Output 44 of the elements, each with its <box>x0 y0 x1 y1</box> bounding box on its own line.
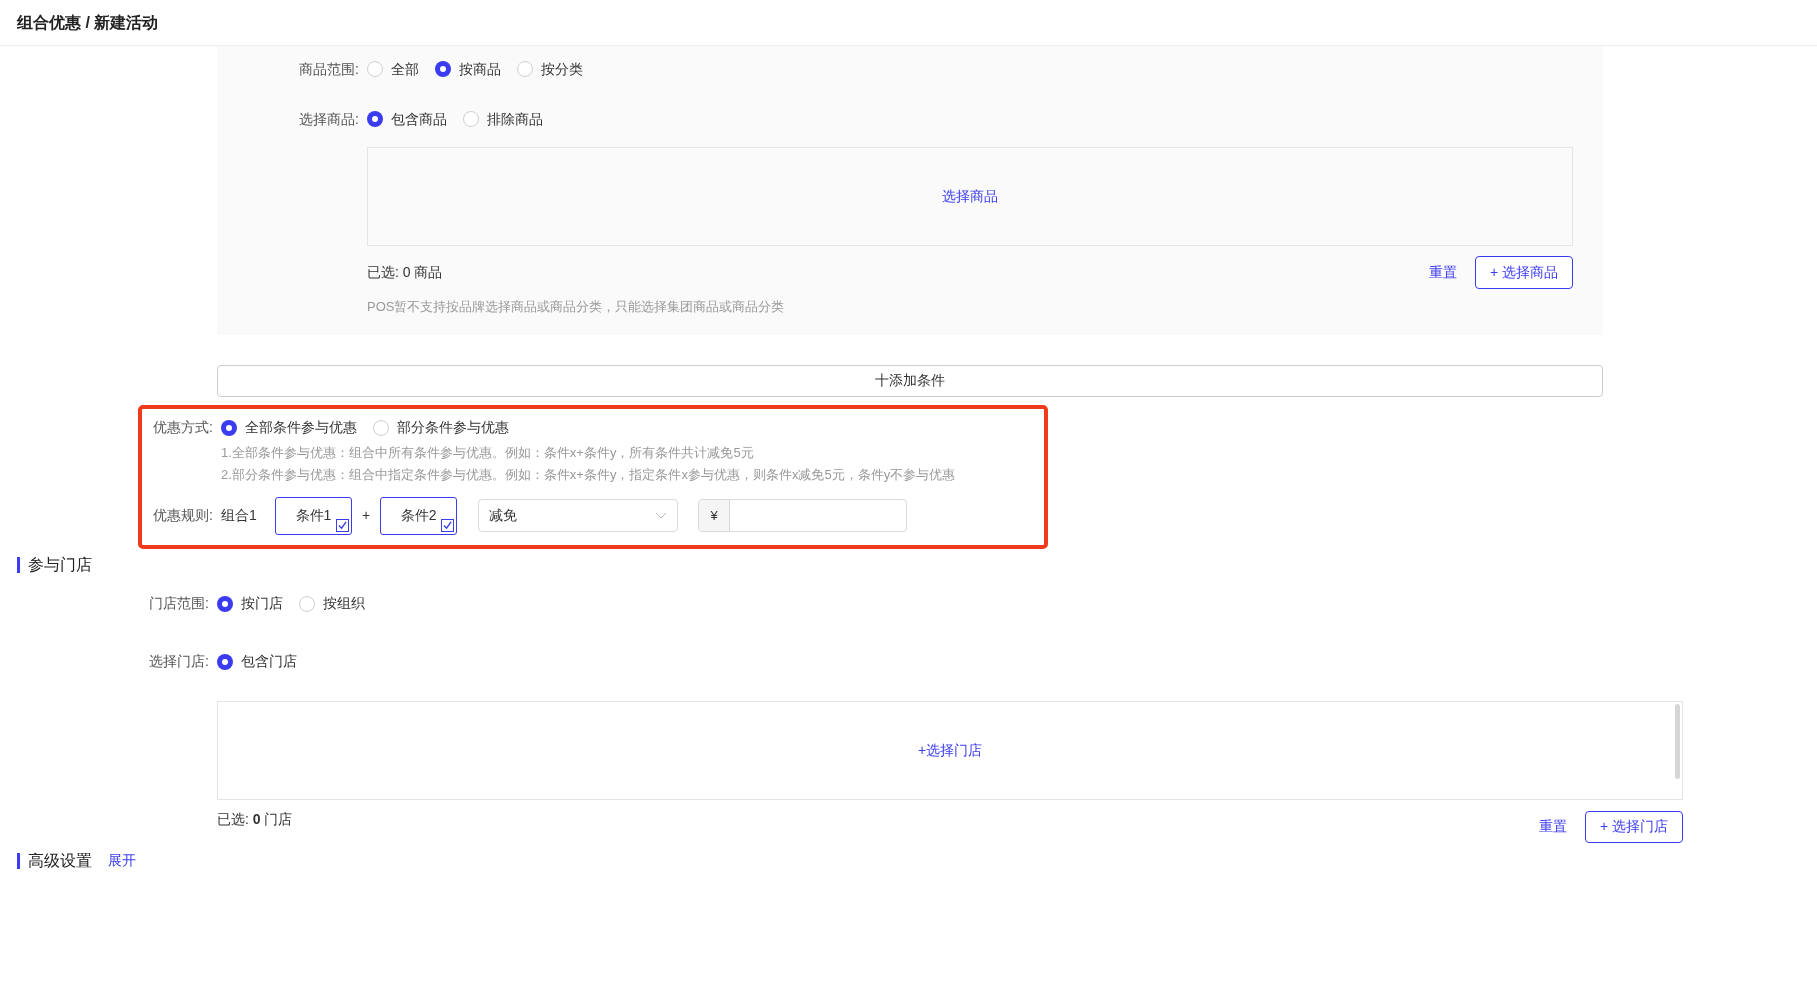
section-title: 参与门店 <box>28 554 92 575</box>
field-label: 商品范围: <box>298 59 360 79</box>
field-label: 选择商品: <box>298 109 360 129</box>
radio-option[interactable]: 包含门店 <box>217 651 297 672</box>
radio-option[interactable]: 按商品 <box>435 58 501 80</box>
radio-option[interactable]: 部分条件参与优惠 <box>373 417 509 438</box>
checkbox[interactable] <box>336 518 349 532</box>
field-label: 选择门店: <box>148 652 210 671</box>
select-goods-button[interactable]: + 选择商品 <box>1474 256 1573 289</box>
hint-text: 2.部分条件参与优惠：组合中指定条件参与优惠。例如：条件x+条件y，指定条件x参与优惠，则条件x减免5元，条件y不参与优惠 <box>221 466 957 484</box>
section-marker <box>17 852 20 869</box>
amount-input[interactable]: ¥ <box>698 499 908 532</box>
checkbox[interactable] <box>441 518 455 532</box>
select-goods-link[interactable]: 选择商品 <box>942 186 998 207</box>
field-label: 优惠规则: <box>152 506 214 525</box>
select-store-button[interactable]: + 选择门店 <box>1584 810 1683 843</box>
group-label: 组合1 <box>221 506 258 525</box>
field-label: 门店范围: <box>148 594 210 613</box>
expand-link[interactable]: 展开 <box>108 850 136 871</box>
breadcrumb: 组合优惠 / 新建活动 <box>17 12 159 33</box>
radio-option[interactable]: 全部条件参与优惠 <box>221 417 357 438</box>
goods-note: POS暂不支持按品牌选择商品或商品分类，只能选择集团商品或商品分类 <box>367 298 786 316</box>
add-condition-button[interactable]: 十添加条件 <box>217 364 1603 397</box>
hint-text: 1.全部条件参与优惠：组合中所有条件参与优惠。例如：条件x+条件y，所有条件共计减免5元 <box>221 443 755 462</box>
radio-option[interactable]: 排除商品 <box>463 108 543 130</box>
chevron-down-icon <box>655 511 668 520</box>
radio-option[interactable]: 包含商品 <box>367 108 447 130</box>
reset-link[interactable]: 重置 <box>1538 816 1567 837</box>
condition-tag[interactable]: 条件2 <box>380 496 458 535</box>
condition-tag[interactable]: 条件1 <box>275 496 352 535</box>
plus-sign: + <box>362 506 371 525</box>
radio-option[interactable]: 全部 <box>367 58 419 80</box>
reset-link[interactable]: 重置 <box>1428 262 1457 283</box>
section-title: 高级设置 <box>28 850 92 871</box>
radio-option[interactable]: 按组织 <box>299 593 365 614</box>
section-marker <box>17 556 20 573</box>
field-label: 优惠方式: <box>152 418 214 437</box>
selected-count: 已选: 0 商品 <box>367 263 443 282</box>
radio-option[interactable]: 按门店 <box>217 593 283 614</box>
discount-type-select[interactable]: 减免 <box>478 499 679 532</box>
radio-option[interactable]: 按分类 <box>517 58 583 80</box>
currency-addon: ¥ <box>699 500 731 531</box>
selected-count: 已选: 0 门店 <box>217 809 293 829</box>
select-store-link[interactable]: +选择门店 <box>917 739 983 761</box>
